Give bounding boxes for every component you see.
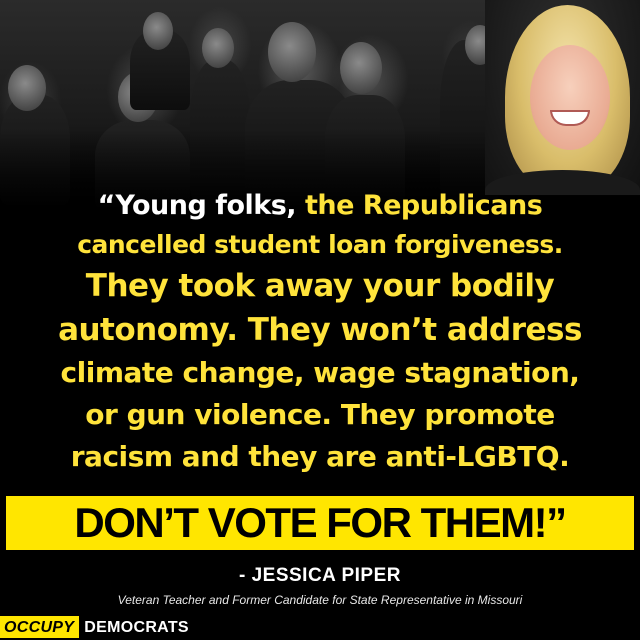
quote-line-5: climate change, wage stagnation, [60,356,580,389]
banner-text: DON’T VOTE FOR THEM!” [74,499,567,546]
attribution-name: - JESSICA PIPER [238,565,401,586]
speaker-portrait [485,0,640,195]
logo-democrats: DEMOCRATS [79,616,193,638]
attribution-title: Veteran Teacher and Former Candidate for… [117,593,523,607]
quote-text: “Young folks, the Republicans cancelled … [0,186,640,478]
quote-line-3: They took away your bodily [85,268,555,304]
logo-occupy: OCCUPY [0,616,80,638]
quote-line-7: racism and they are anti-LGBTQ. [70,440,570,473]
quote-line-4: autonomy. They won’t address [58,312,582,348]
quote-line-2: cancelled student loan forgiveness. [77,230,563,259]
call-to-action-banner: DON’T VOTE FOR THEM!” [6,496,634,550]
quote-line-6: or gun violence. They promote [85,398,555,431]
quote-line-1: “Young folks, the Republicans [97,190,543,221]
occupy-democrats-logo: OCCUPY DEMOCRATS [0,616,193,638]
